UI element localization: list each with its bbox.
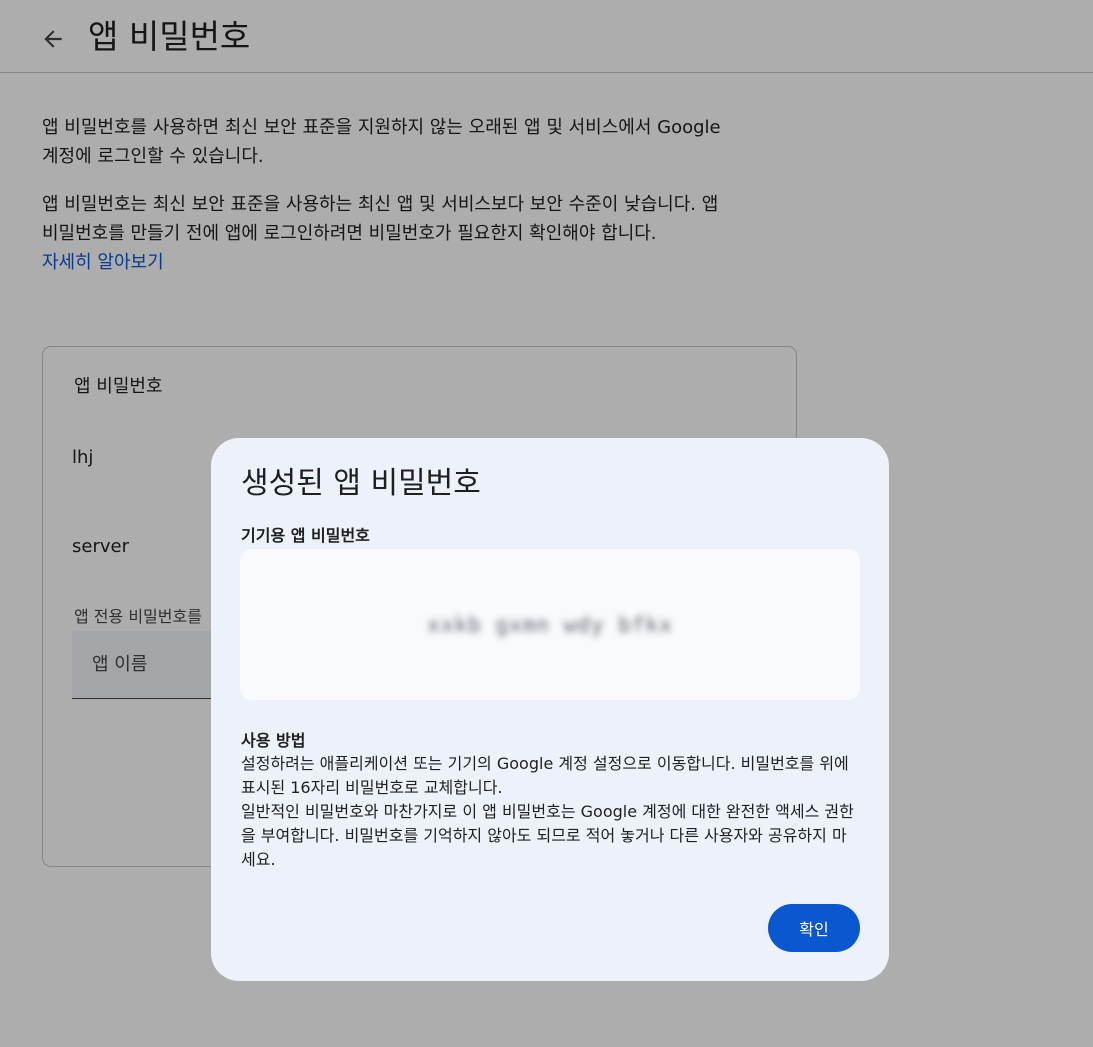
password-label: 기기용 앱 비밀번호 [241,526,370,545]
dialog-title: 생성된 앱 비밀번호 [241,466,481,501]
usage-paragraph-1: 설정하려는 애플리케이션 또는 기기의 Google 계정 설정으로 이동합니다… [241,754,849,797]
generated-password-dialog: 생성된 앱 비밀번호 기기용 앱 비밀번호 xxkb gxmn wdy bfkx… [211,438,889,981]
app-passwords-page: 앱 비밀번호 앱 비밀번호를 사용하면 최신 보안 표준을 지원하지 않는 오래… [0,0,1093,1047]
confirm-button[interactable]: 확인 [768,904,860,952]
password-box: xxkb gxmn wdy bfkx [240,549,860,700]
usage-title: 사용 방법 [241,731,306,750]
generated-password-value: xxkb gxmn wdy bfkx [427,612,673,637]
usage-body: 설정하려는 애플리케이션 또는 기기의 Google 계정 설정으로 이동합니다… [241,752,861,872]
usage-paragraph-2: 일반적인 비밀번호와 마찬가지로 이 앱 비밀번호는 Google 계정에 대한… [241,802,854,869]
